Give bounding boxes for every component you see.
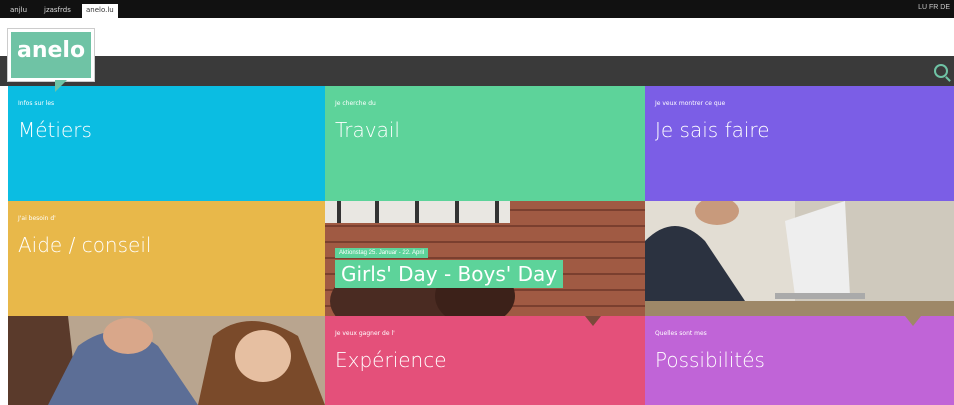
tile-aide-title: Aide / conseil <box>18 233 152 257</box>
girls-day-banner: Aktionstag 25. Januar - 22. April Girls'… <box>335 241 564 288</box>
tile-possibilites[interactable]: Quelles sont mes Possibilités <box>645 316 954 405</box>
girls-day-title: Girls' Day - Boys' Day <box>335 260 564 288</box>
header <box>0 18 954 56</box>
tile-laptop-photo[interactable] <box>645 201 954 316</box>
tile-experience[interactable]: Je veux gagner de l' Expérience <box>325 316 645 405</box>
tile-travail-subtitle: Je cherche du <box>335 100 376 107</box>
tile-metiers-title: Métiers <box>18 118 92 142</box>
tab-jzasfrds[interactable]: jzasfrds <box>40 4 75 18</box>
tile-travail[interactable]: Je cherche du Travail <box>325 86 645 201</box>
tile-experience-title: Expérience <box>335 348 447 372</box>
tab-anjlu[interactable]: anjlu <box>6 4 31 18</box>
tile-experience-subtitle: Je veux gagner de l' <box>335 330 395 337</box>
anelo-logo[interactable]: anelo <box>8 29 94 92</box>
tile-laptop-pointer <box>905 316 921 326</box>
tile-possibilites-subtitle: Quelles sont mes <box>655 330 707 337</box>
top-bar: anjlu jzasfrds anelo.lu LU FR DE <box>0 0 954 18</box>
students-image <box>8 316 325 405</box>
tile-metiers[interactable]: Infos sur les Métiers <box>8 86 325 201</box>
girls-day-date: Aktionstag 25. Januar - 22. April <box>335 248 429 258</box>
search-icon[interactable] <box>934 64 948 78</box>
tile-travail-title: Travail <box>335 118 400 142</box>
tile-students-photo[interactable] <box>8 316 325 405</box>
laptop-person-image <box>645 201 954 316</box>
tile-girls-day-pointer <box>585 316 601 326</box>
tile-girls-day-photo[interactable]: Aktionstag 25. Januar - 22. April Girls'… <box>325 201 645 316</box>
tile-je-sais-faire-title: Je sais faire <box>655 118 770 142</box>
tile-metiers-subtitle: Infos sur les <box>18 100 55 107</box>
tile-possibilites-title: Possibilités <box>655 348 765 372</box>
main-navbar <box>0 56 954 86</box>
tile-je-sais-faire[interactable]: Je veux montrer ce que Je sais faire <box>645 86 954 201</box>
tile-aide-subtitle: J'ai besoin d' <box>18 215 56 222</box>
tile-aide-conseil[interactable]: J'ai besoin d' Aide / conseil <box>8 201 325 316</box>
language-switcher[interactable]: LU FR DE <box>918 4 950 11</box>
tab-anelo[interactable]: anelo.lu <box>82 4 118 18</box>
tile-je-sais-faire-subtitle: Je veux montrer ce que <box>655 100 726 107</box>
